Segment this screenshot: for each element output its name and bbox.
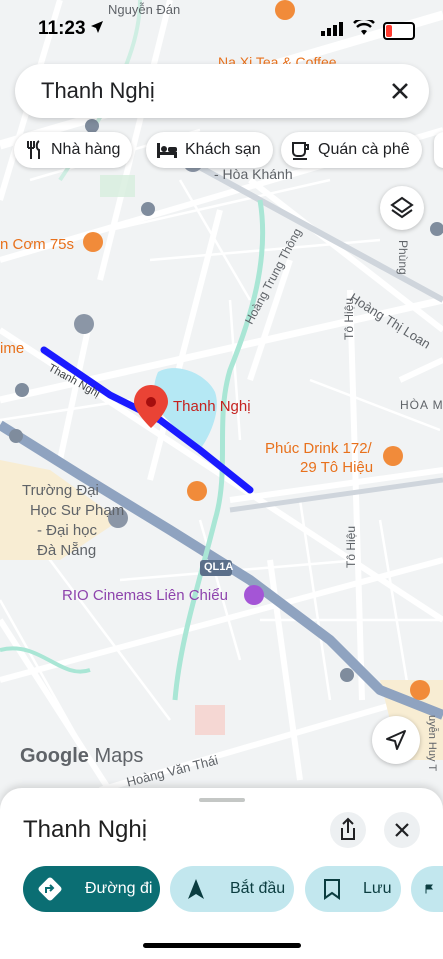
share-icon	[341, 817, 355, 840]
directions-icon	[38, 877, 62, 901]
google-maps-logo: Google Maps	[20, 745, 144, 767]
status-bar: 11:23	[0, 0, 443, 56]
search-bar[interactable]: Thanh Nghị	[15, 64, 429, 118]
flag-icon	[425, 884, 433, 894]
street-label-huy-t: uyễn Huy T	[426, 715, 438, 772]
clear-search-icon[interactable]	[387, 78, 413, 104]
navigation-arrow-icon	[188, 879, 204, 899]
poi-label-truong-line3: - Đại học	[37, 522, 98, 539]
save-label: Lưu	[363, 880, 392, 897]
place-title: Thanh Nghị	[23, 816, 148, 843]
home-indicator	[143, 943, 301, 948]
poi-label-ime: ime	[0, 340, 25, 357]
directions-label: Đường đi	[85, 880, 153, 897]
start-label: Bắt đầu	[230, 880, 286, 897]
cellular-signal-icon	[321, 22, 343, 36]
poi-label-hoa-khanh: - Hòa Khánh	[214, 166, 293, 182]
wifi-icon	[353, 20, 375, 35]
pin-label: Thanh Nghị	[173, 398, 251, 415]
poi-label-truong-line1: Trường Đại	[22, 482, 99, 499]
chip-restaurants[interactable]: Nhà hàng	[14, 132, 133, 168]
chip-more[interactable]	[434, 132, 443, 168]
status-time: 11:23	[38, 18, 86, 39]
directions-button[interactable]: Đường đi	[23, 866, 160, 912]
chip-label-cafes: Quán cà phê	[318, 141, 410, 158]
layers-button[interactable]	[380, 186, 424, 230]
poi-label-phuc-drink-line1: Phúc Drink 172/	[265, 440, 372, 457]
location-arrow-icon	[91, 21, 103, 33]
highway-shield-ql1a: QL1A	[204, 561, 234, 573]
poi-label-rio-cinemas: RIO Cinemas Liên Chiểu	[62, 587, 228, 604]
chip-cafes[interactable]: Quán cà phê	[281, 132, 422, 168]
poi-label-phuc-drink-line2: 29 Tô Hiệu	[300, 459, 374, 476]
share-button[interactable]	[330, 812, 366, 848]
area-label-hoa-m: HÒA M	[400, 398, 443, 412]
chip-label-hotels: Khách sạn	[185, 141, 261, 158]
start-button[interactable]: Bắt đầu	[170, 866, 294, 912]
street-label-phung: Phùng	[396, 240, 410, 275]
search-query[interactable]: Thanh Nghị	[41, 78, 155, 104]
street-label-to-hieu-2: Tô Hiệu	[344, 525, 358, 568]
restaurant-icon	[27, 140, 40, 159]
save-button[interactable]: Lưu	[305, 866, 401, 912]
hotel-icon	[157, 143, 177, 158]
cafe-icon	[292, 142, 309, 160]
close-icon	[395, 823, 409, 837]
sheet-drag-handle[interactable]	[199, 798, 245, 802]
my-location-button[interactable]	[372, 716, 420, 764]
battery-icon	[383, 22, 415, 40]
chip-hotels[interactable]: Khách sạn	[146, 132, 273, 168]
layers-icon	[390, 196, 414, 219]
navigation-location-icon	[386, 730, 406, 750]
close-button[interactable]	[384, 812, 420, 848]
chip-label-restaurants: Nhà hàng	[51, 141, 121, 158]
poi-label-com-75s: n Cơm 75s	[0, 236, 75, 253]
poi-label-truong-line4: Đà Nẵng	[37, 542, 97, 559]
poi-label-truong-line2: Học Sư Phạm	[30, 502, 125, 519]
bookmark-icon	[324, 879, 340, 900]
